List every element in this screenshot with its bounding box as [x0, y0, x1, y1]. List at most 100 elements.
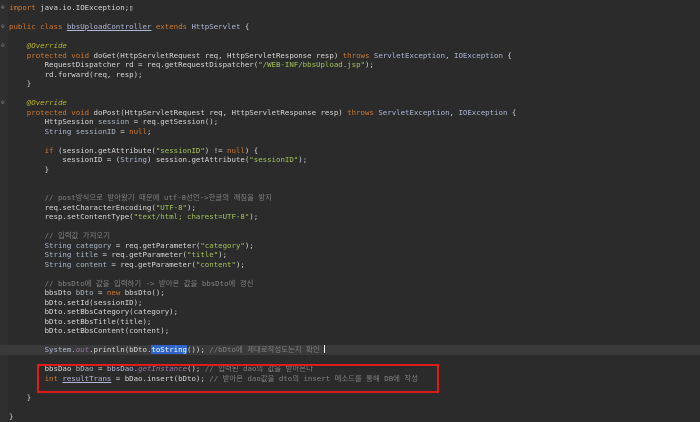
- code-token: = req.getParameter(: [98, 250, 187, 259]
- code-token: = req.getParameter(: [111, 240, 201, 250]
- code-line[interactable]: [0, 222, 700, 232]
- code-line[interactable]: // 입력값 가져오기: [0, 231, 700, 241]
- code-text: req.setCharacterEncoding("UTF-8");: [9, 203, 196, 213]
- code-line[interactable]: protected void doPost(HttpServletRequest…: [0, 108, 700, 118]
- code-line[interactable]: bbsDto bDto = new bbsDto();: [0, 288, 700, 298]
- code-line[interactable]: [0, 89, 700, 99]
- code-line[interactable]: System.out.println(bDto.toString()); //b…: [0, 345, 700, 355]
- collapse-fold-icon[interactable]: ⊖: [1, 43, 5, 49]
- code-line[interactable]: [0, 269, 700, 279]
- code-text: if (session.getAttribute("sessionID") !=…: [9, 145, 259, 156]
- code-token: HttpServlet: [191, 22, 241, 31]
- code-token: bDto.setBbsContent(content);: [9, 326, 170, 335]
- code-token: .println(bDto.: [89, 345, 152, 354]
- code-text: bDto.setBbsCategory(category);: [9, 307, 179, 317]
- code-token: bbsDto: [9, 288, 76, 297]
- code-line[interactable]: [0, 136, 700, 146]
- code-text: }: [9, 393, 31, 403]
- code-text: String sessionID = null;: [9, 126, 152, 137]
- code-token: );: [235, 259, 245, 269]
- code-token: "content": [195, 259, 236, 269]
- code-line[interactable]: bDto.setBbsTitle(title);: [0, 317, 700, 327]
- code-token: "sessionID": [155, 145, 205, 155]
- code-line[interactable]: if (session.getAttribute("sessionID") !=…: [0, 146, 700, 156]
- code-text: bDto.setBbsContent(content);: [9, 326, 170, 336]
- code-line[interactable]: resp.setContentType("text/html; charest=…: [0, 212, 700, 222]
- code-token: {: [502, 50, 512, 60]
- code-token: String: [9, 240, 76, 250]
- code-token: @Override: [9, 98, 67, 107]
- code-token: resp.setContentType(: [9, 212, 134, 221]
- code-token: session: [98, 117, 130, 126]
- code-token: );: [244, 240, 254, 250]
- code-token: String: [9, 126, 76, 136]
- collapse-fold-icon[interactable]: ⊖: [1, 100, 5, 106]
- code-token: ServletException: [378, 107, 450, 117]
- expand-fold-icon[interactable]: ⊕: [1, 5, 5, 11]
- code-token: = req.getSession();: [129, 117, 219, 126]
- code-token: toString: [151, 345, 188, 354]
- code-line[interactable]: }: [0, 79, 700, 89]
- code-line[interactable]: protected void doGet(HttpServletRequest …: [0, 51, 700, 61]
- code-token: sessionID: [75, 126, 116, 136]
- code-text: sessionID = (String) session.getAttribut…: [9, 155, 307, 165]
- code-text: String category = req.getParameter("cate…: [9, 241, 254, 251]
- code-line[interactable]: [0, 184, 700, 194]
- code-token: ());: [187, 345, 210, 354]
- code-line[interactable]: bDto.setId(sessionID);: [0, 298, 700, 308]
- code-token: ) !=: [204, 145, 228, 155]
- code-line[interactable]: [0, 174, 700, 184]
- code-editor[interactable]: ⊕ import java.io.IOException;▯ ⊖ public cla…: [0, 0, 700, 422]
- code-token: ) {: [244, 145, 259, 155]
- code-line[interactable]: ⊖ @Override: [0, 41, 700, 51]
- code-line[interactable]: ⊕ import java.io.IOException;▯: [0, 3, 700, 13]
- code-token: public class: [9, 22, 67, 31]
- code-line[interactable]: // bbsDto에 값을 입력하기 -> 받아온 값을 bbsDto에 갱신: [0, 279, 700, 289]
- code-line[interactable]: HttpSession session = req.getSession();: [0, 117, 700, 127]
- code-line[interactable]: bDto.setBbsContent(content);: [0, 326, 700, 336]
- code-line[interactable]: rd.forward(req, resp);: [0, 70, 700, 80]
- code-line[interactable]: String sessionID = null;: [0, 127, 700, 137]
- code-text: public class bbsUploadController extends…: [9, 22, 249, 32]
- code-line[interactable]: [0, 355, 700, 365]
- code-line[interactable]: [0, 13, 700, 23]
- code-text: }: [9, 165, 49, 175]
- code-line[interactable]: sessionID = (String) session.getAttribut…: [0, 155, 700, 165]
- code-token: bDto: [75, 288, 94, 297]
- code-text: String content = req.getParameter("conte…: [9, 260, 245, 270]
- code-token: @Override: [9, 41, 67, 50]
- code-line[interactable]: [0, 32, 700, 42]
- code-token: =: [93, 288, 107, 297]
- code-line[interactable]: ⊖ public class bbsUploadController extend…: [0, 22, 700, 32]
- code-token: }: [9, 392, 32, 402]
- code-token: "sessionID": [249, 155, 299, 164]
- code-line[interactable]: }: [0, 165, 700, 175]
- code-line[interactable]: [0, 402, 700, 412]
- code-line[interactable]: ⊖ @Override: [0, 98, 700, 108]
- code-text: resp.setContentType("text/html; charest=…: [9, 212, 259, 222]
- code-text: import java.io.IOException;▯: [9, 3, 134, 13]
- code-text: System.out.println(bDto.toString()); //b…: [9, 345, 326, 355]
- code-token: // post방식으로 받아왔기 때문에 utf-8선언->한글의 깨짐을 방지: [9, 193, 272, 202]
- text-cursor: [324, 345, 326, 353]
- collapse-fold-icon[interactable]: ⊖: [1, 24, 5, 30]
- code-line[interactable]: bDto.setBbsCategory(category);: [0, 307, 700, 317]
- code-token: "text/html; charest=UTF-8": [133, 212, 250, 221]
- code-text: bbsDto bDto = new bbsDto();: [9, 288, 165, 298]
- code-text: // bbsDto에 값을 입력하기 -> 받아온 값을 bbsDto에 갱신: [9, 279, 254, 289]
- code-token: doPost: [93, 107, 121, 117]
- code-line[interactable]: RequestDispatcher rd = req.getRequestDis…: [0, 60, 700, 70]
- code-token: String: [9, 250, 76, 259]
- code-line[interactable]: req.setCharacterEncoding("UTF-8");: [0, 203, 700, 213]
- code-line[interactable]: String title = req.getParameter("title")…: [0, 250, 700, 260]
- code-line[interactable]: String content = req.getParameter("conte…: [0, 260, 700, 270]
- code-line[interactable]: [0, 336, 700, 346]
- code-token: ,: [445, 50, 454, 60]
- code-line[interactable]: // post방식으로 받아왔기 때문에 utf-8선언->한글의 깨짐을 방지: [0, 193, 700, 203]
- code-line[interactable]: String category = req.getParameter("cate…: [0, 241, 700, 251]
- code-token: doGet: [93, 50, 116, 60]
- code-token: if: [9, 145, 58, 155]
- code-line[interactable]: }: [0, 412, 700, 422]
- code-text: String title = req.getParameter("title")…: [9, 250, 227, 260]
- code-line[interactable]: }: [0, 393, 700, 403]
